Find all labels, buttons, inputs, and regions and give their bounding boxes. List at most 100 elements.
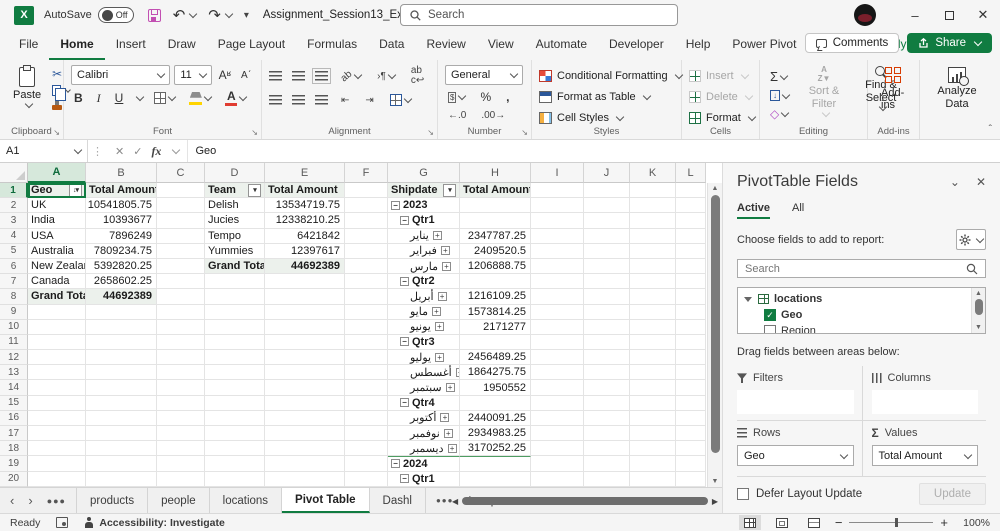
cell-I13[interactable]: [531, 365, 584, 380]
cell-H11[interactable]: [460, 335, 531, 350]
collapse-icon[interactable]: −: [391, 459, 400, 468]
scroll-down-icon[interactable]: ▼: [712, 478, 719, 485]
cell-L14[interactable]: [676, 380, 706, 395]
align-right-button[interactable]: [315, 95, 328, 105]
decrease-font-button[interactable]: Aʹ: [238, 69, 254, 82]
cell-K14[interactable]: [630, 380, 676, 395]
expand-icon[interactable]: +: [435, 322, 444, 331]
search-box[interactable]: Search: [400, 4, 678, 26]
cell-F13[interactable]: [345, 365, 388, 380]
cell-D17[interactable]: [205, 426, 265, 441]
cell-C6[interactable]: [157, 259, 205, 274]
ribbon-tab-help[interactable]: Help: [675, 31, 722, 60]
orientation-button[interactable]: ab: [338, 70, 364, 83]
row-header-7[interactable]: 7: [0, 274, 28, 289]
cell-E4[interactable]: 6421842: [265, 229, 345, 244]
cell-D13[interactable]: [205, 365, 265, 380]
cell-G20[interactable]: −Qtr1: [388, 472, 460, 487]
autosum-button[interactable]: Σ: [767, 68, 792, 85]
underline-button[interactable]: U: [112, 90, 127, 106]
cell-C13[interactable]: [157, 365, 205, 380]
cell-F15[interactable]: [345, 396, 388, 411]
zoom-slider[interactable]: [849, 522, 933, 523]
align-center-button[interactable]: [292, 95, 305, 105]
cell-K10[interactable]: [630, 320, 676, 335]
column-header-G[interactable]: G: [388, 163, 460, 183]
cell-J12[interactable]: [584, 350, 630, 365]
cell-J15[interactable]: [584, 396, 630, 411]
cell-H18[interactable]: 3170252.25: [460, 441, 531, 456]
fields-scroll-up-icon[interactable]: ▲: [975, 290, 982, 297]
row-header-1[interactable]: 1: [0, 183, 28, 198]
fields-scroll-thumb[interactable]: [975, 299, 983, 315]
row-header-20[interactable]: 20: [0, 472, 28, 487]
row-header-17[interactable]: 17: [0, 426, 28, 441]
cell-L15[interactable]: [676, 396, 706, 411]
field-checkbox-region[interactable]: [764, 325, 776, 334]
sheet-tab-pivot-table[interactable]: Pivot Table: [282, 488, 370, 513]
cell-B9[interactable]: [86, 305, 157, 320]
fields-search-input[interactable]: [745, 263, 966, 275]
cell-K3[interactable]: [630, 213, 676, 228]
cell-B15[interactable]: [86, 396, 157, 411]
cell-K4[interactable]: [630, 229, 676, 244]
ribbon-tab-developer[interactable]: Developer: [598, 31, 675, 60]
cell-L3[interactable]: [676, 213, 706, 228]
cell-A15[interactable]: [28, 396, 86, 411]
autosave-toggle[interactable]: AutoSave Off: [44, 7, 134, 23]
column-header-H[interactable]: H: [460, 163, 531, 183]
cell-L5[interactable]: [676, 244, 706, 259]
ribbon-tab-data[interactable]: Data: [368, 31, 415, 60]
cell-G11[interactable]: −Qtr3: [388, 335, 460, 350]
column-header-L[interactable]: L: [676, 163, 706, 183]
cell-A4[interactable]: USA: [28, 229, 86, 244]
expand-icon[interactable]: +: [446, 383, 455, 392]
cell-D9[interactable]: [205, 305, 265, 320]
cell-C2[interactable]: [157, 198, 205, 213]
filters-dropzone[interactable]: [737, 390, 854, 414]
cell-E19[interactable]: [265, 456, 345, 471]
cell-C10[interactable]: [157, 320, 205, 335]
cell-C18[interactable]: [157, 441, 205, 456]
cell-J7[interactable]: [584, 274, 630, 289]
cell-I10[interactable]: [531, 320, 584, 335]
expand-icon[interactable]: +: [440, 413, 449, 422]
italic-button[interactable]: I: [94, 90, 104, 107]
cell-G2[interactable]: −2023: [388, 198, 460, 213]
expand-collapse-icon[interactable]: [744, 297, 752, 302]
cell-E9[interactable]: [265, 305, 345, 320]
cell-H7[interactable]: [460, 274, 531, 289]
fields-search-box[interactable]: [737, 259, 986, 278]
cell-B5[interactable]: 7809234.75: [86, 244, 157, 259]
row-header-6[interactable]: 6: [0, 259, 28, 274]
cell-E18[interactable]: [265, 441, 345, 456]
sheet-tab-people[interactable]: people: [148, 488, 210, 513]
cell-L7[interactable]: [676, 274, 706, 289]
cell-A19[interactable]: [28, 456, 86, 471]
cell-A20[interactable]: [28, 472, 86, 487]
cell-B2[interactable]: 10541805.75: [86, 198, 157, 213]
cell-H3[interactable]: [460, 213, 531, 228]
cell-B13[interactable]: [86, 365, 157, 380]
zoom-slider-thumb[interactable]: [895, 518, 898, 527]
decrease-indent-button[interactable]: ⇤: [338, 94, 352, 107]
cell-L6[interactable]: [676, 259, 706, 274]
scroll-up-icon[interactable]: ▲: [712, 185, 719, 192]
ribbon-tab-home[interactable]: Home: [49, 31, 104, 60]
fill-button[interactable]: ↓: [767, 89, 792, 102]
cell-J6[interactable]: [584, 259, 630, 274]
cell-G8[interactable]: أبريل+: [388, 289, 460, 304]
row-header-12[interactable]: 12: [0, 350, 28, 365]
share-button[interactable]: Share: [907, 33, 992, 53]
cell-F12[interactable]: [345, 350, 388, 365]
format-cells-button[interactable]: Format: [689, 109, 755, 127]
cell-C14[interactable]: [157, 380, 205, 395]
pane-close-icon[interactable]: ✕: [976, 175, 986, 189]
defer-layout-update-control[interactable]: Defer Layout Update: [737, 488, 862, 500]
redo-button[interactable]: ↷: [208, 8, 232, 23]
analyze-data-button[interactable]: Analyze Data: [927, 65, 987, 113]
cell-C3[interactable]: [157, 213, 205, 228]
cell-G17[interactable]: نوفمبر+: [388, 426, 460, 441]
row-header-19[interactable]: 19: [0, 456, 28, 471]
percent-style-button[interactable]: %: [477, 89, 494, 105]
